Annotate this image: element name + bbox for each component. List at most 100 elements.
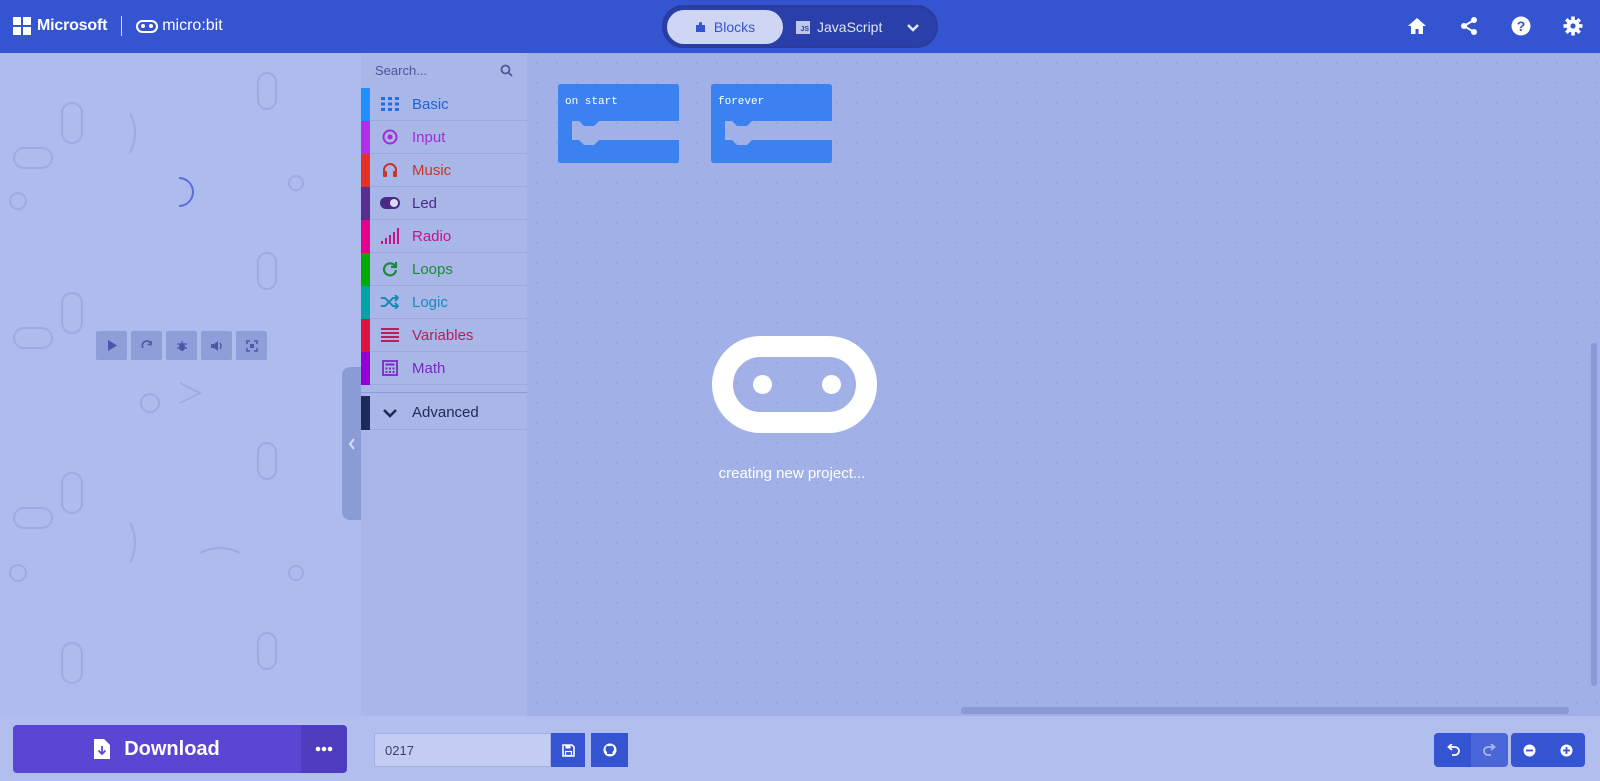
search-icon[interactable] [500, 64, 513, 77]
category-color-bar [361, 120, 370, 154]
github-button[interactable] [591, 733, 628, 767]
sim-mute-button[interactable] [201, 331, 232, 360]
category-advanced[interactable]: Advanced [361, 395, 527, 430]
project-name-input[interactable] [374, 733, 551, 767]
language-dropdown-button[interactable] [900, 15, 926, 41]
play-icon [107, 340, 117, 351]
download-more-button[interactable] [301, 725, 347, 773]
more-horizontal-icon [315, 746, 333, 752]
redo-button[interactable] [1471, 733, 1508, 767]
help-icon: ? [1511, 16, 1531, 36]
save-icon [561, 743, 575, 757]
category-color-bar [361, 219, 370, 253]
simulator-panel [0, 53, 361, 716]
settings-button[interactable] [1562, 15, 1584, 37]
search-input[interactable] [375, 63, 495, 78]
settings-icon [1563, 16, 1583, 36]
collapse-simulator-button[interactable] [342, 367, 361, 520]
save-button[interactable] [551, 733, 585, 767]
category-variables[interactable]: Variables [361, 318, 527, 352]
editor-mode-switch: Blocks JS JavaScript [662, 5, 938, 48]
headphones-icon [380, 160, 400, 180]
block-label: on start [565, 96, 618, 108]
background-pattern-icon [9, 72, 304, 684]
toolbox: Basic Input Music Led Radio Loops [361, 53, 527, 716]
category-music[interactable]: Music [361, 153, 527, 187]
zoom-in-icon [1560, 744, 1573, 756]
home-icon [1408, 18, 1426, 34]
category-label: Loops [412, 260, 453, 278]
redo-icon [1482, 744, 1496, 756]
github-icon [603, 743, 616, 757]
category-loops[interactable]: Loops [361, 252, 527, 286]
sim-restart-button[interactable] [131, 331, 162, 360]
blocks-mode-button[interactable]: Blocks [667, 10, 783, 44]
toolbox-divider [361, 392, 527, 393]
undo-icon [1446, 744, 1460, 756]
chevron-down-icon [907, 24, 919, 32]
sim-play-button[interactable] [96, 331, 127, 360]
blocks-workspace[interactable]: on start forever creating new project... [527, 53, 1600, 716]
forever-block[interactable]: forever [711, 84, 832, 163]
on-start-block[interactable]: on start [558, 84, 679, 163]
grid-icon [380, 94, 400, 114]
vertical-scrollbar[interactable] [1591, 343, 1597, 686]
zoom-out-button[interactable] [1511, 733, 1548, 767]
javascript-mode-button[interactable]: JS JavaScript [796, 10, 901, 44]
category-label: Input [412, 128, 446, 146]
horizontal-scrollbar[interactable] [961, 707, 1569, 714]
refresh-icon [380, 259, 400, 279]
category-label: Radio [412, 227, 452, 245]
category-color-bar [361, 285, 370, 319]
category-radio[interactable]: Radio [361, 219, 527, 253]
category-label: Music [412, 161, 452, 179]
category-color-bar [361, 252, 370, 286]
category-color-bar [361, 153, 370, 187]
brand[interactable]: Microsoft micro:bit [13, 15, 223, 37]
category-label: Basic [412, 95, 449, 113]
category-color-bar [361, 318, 370, 352]
category-label: Advanced [412, 404, 479, 421]
brand-product: micro:bit [162, 17, 223, 34]
blocks-mode-label: Blocks [713, 19, 756, 35]
loader-eye [753, 375, 772, 394]
simulator-controls [96, 331, 267, 360]
category-input[interactable]: Input [361, 120, 527, 154]
home-button[interactable] [1406, 15, 1428, 37]
category-logic[interactable]: Logic [361, 285, 527, 319]
category-label: Math [412, 359, 446, 377]
category-basic[interactable]: Basic [361, 87, 527, 121]
javascript-mode-label: JavaScript [817, 19, 883, 35]
puzzle-icon [695, 22, 705, 32]
fullscreen-icon [245, 339, 258, 352]
microbit-logo-icon [136, 19, 159, 33]
svg-text:?: ? [1517, 18, 1526, 34]
target-icon [380, 127, 400, 147]
zoom-out-icon [1523, 744, 1536, 756]
calculator-icon [380, 358, 400, 378]
chevron-left-icon [348, 437, 355, 450]
loading-message: creating new project... [718, 465, 866, 482]
undo-button[interactable] [1434, 733, 1471, 767]
toggle-icon [380, 193, 400, 213]
shuffle-icon [380, 292, 400, 312]
category-color-bar [361, 87, 370, 121]
loader-eye [822, 375, 841, 394]
zoom-in-button[interactable] [1548, 733, 1585, 767]
category-math[interactable]: Math [361, 351, 527, 385]
restart-icon [141, 339, 152, 348]
category-led[interactable]: Led [361, 186, 527, 220]
block-label: forever [718, 96, 765, 108]
download-label: Download [124, 737, 220, 760]
download-button[interactable]: Download [13, 725, 301, 773]
app-header: Microsoft micro:bit Blocks JS JavaScript… [0, 0, 1600, 53]
sim-fullscreen-button[interactable] [236, 331, 267, 360]
js-icon: JS [796, 20, 810, 34]
download-file-icon [94, 739, 111, 759]
sim-debug-button[interactable] [166, 331, 197, 360]
toolbox-search [361, 53, 527, 88]
help-button[interactable]: ? [1510, 15, 1532, 37]
microbit-loader-icon [712, 336, 877, 433]
share-button[interactable] [1458, 15, 1480, 37]
debug-icon [176, 340, 187, 351]
